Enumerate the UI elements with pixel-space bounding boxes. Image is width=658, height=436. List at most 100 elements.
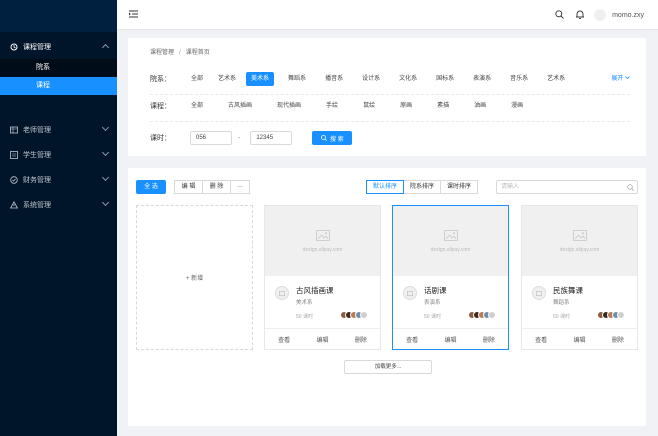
dept-tag[interactable]: 艺术系 [213, 72, 241, 86]
breadcrumb-separator: / [179, 50, 181, 56]
sidebar-group-teacher[interactable]: 老师管理 [0, 117, 117, 142]
avatar[interactable] [594, 9, 607, 21]
sidebar-item-courses[interactable]: 课程 [0, 77, 117, 95]
view-button[interactable]: 查看 [393, 335, 431, 344]
dept-tag[interactable]: 国标系 [431, 72, 459, 86]
course-list-panel: 全 选 编 辑 删 除 ··· 默认排序 院系排序 课时排序 请输入 + 新增 … [128, 168, 646, 426]
sidebar-item-departments[interactable]: 院系 [0, 59, 117, 77]
finance-icon [10, 175, 18, 184]
course-tag[interactable]: 素描 [432, 99, 454, 113]
load-more-button[interactable]: 加载更多... [344, 360, 432, 374]
course-hours: 50 课时 [296, 314, 313, 320]
add-course-card[interactable]: + 新增 [136, 205, 253, 350]
hours-filter-row: 课时： 056 - 12345 搜 索 [150, 130, 630, 146]
breadcrumb: 课程管理 / 课程首页 [150, 47, 210, 56]
dept-tag[interactable]: 艺术系 [542, 72, 570, 86]
sidebar-group-label: 财务管理 [23, 176, 51, 184]
sidebar-group-finance[interactable]: 财务管理 [0, 167, 117, 192]
dept-tag[interactable]: 设计系 [357, 72, 385, 86]
course-hours: 50 课时 [553, 314, 570, 320]
course-card[interactable]: design.alipay.com 话剧课 表演系 50 课时 查看 编辑 删除 [392, 205, 509, 350]
dept-tag[interactable]: 文化系 [394, 72, 422, 86]
view-button[interactable]: 查看 [265, 335, 303, 344]
select-all-button[interactable]: 全 选 [136, 180, 166, 194]
member-avatars [597, 311, 625, 319]
sidebar-group-label: 系统管理 [23, 201, 51, 209]
dept-tag[interactable]: 舞蹈系 [283, 72, 311, 86]
course-dept: 舞蹈系 [553, 300, 570, 306]
course-tag[interactable]: 现代插画 [272, 99, 306, 113]
user-name[interactable]: momo.zxy [612, 12, 644, 19]
dept-tag-selected[interactable]: 美术系 [246, 72, 275, 86]
search-button[interactable]: 搜 索 [312, 131, 353, 145]
menu-fold-icon[interactable] [129, 10, 138, 20]
teacher-icon [10, 126, 18, 134]
more-button[interactable]: ··· [230, 180, 250, 194]
sidebar-group-label: 老师管理 [23, 126, 51, 134]
chevron-down-icon [101, 148, 110, 157]
image-caption: design.alipay.com [302, 246, 343, 253]
sidebar: 课程管理 院系 课程 老师管理 学生管理 财务管理 系统管理 [0, 0, 117, 436]
course-tag[interactable]: 古风插画 [223, 99, 257, 113]
course-title: 古风插画课 [296, 286, 334, 295]
breadcrumb-root[interactable]: 课程管理 [150, 50, 174, 56]
course-tag[interactable]: 油画 [469, 99, 491, 113]
sidebar-group-course[interactable]: 课程管理 [0, 34, 117, 59]
edit-button[interactable]: 编 辑 [174, 180, 203, 194]
dept-filter-label: 院系： [150, 76, 171, 83]
bell-icon[interactable] [576, 10, 585, 21]
edit-button[interactable]: 编辑 [431, 335, 469, 344]
delete-button[interactable]: 删除 [342, 335, 380, 344]
divider [150, 94, 630, 95]
image-icon [572, 229, 587, 241]
course-tag[interactable]: 手绘 [321, 99, 343, 113]
search-input[interactable]: 请输入 [496, 180, 638, 194]
delete-button[interactable]: 删除 [470, 335, 508, 344]
image-icon [279, 290, 285, 296]
hours-min-input[interactable]: 056 [190, 131, 232, 145]
hours-max-input[interactable]: 12345 [250, 131, 293, 145]
chevron-down-icon [625, 76, 630, 80]
sidebar-group-student[interactable]: 学生管理 [0, 142, 117, 167]
sort-tab-default[interactable]: 默认排序 [366, 180, 405, 194]
course-card[interactable]: design.alipay.com 民族舞课 舞蹈系 50 课时 查看 编辑 删… [521, 205, 638, 350]
course-tag[interactable]: 原画 [395, 99, 417, 113]
dept-filter-row: 院系： 全部 艺术系 美术系 舞蹈系 播音系 设计系 文化系 国标系 表演系 音… [150, 71, 630, 87]
dept-tag[interactable]: 播音系 [320, 72, 348, 86]
sidebar-group-system[interactable]: 系统管理 [0, 192, 117, 217]
course-image-placeholder: design.alipay.com [393, 206, 508, 276]
sort-tab-dept[interactable]: 院系排序 [403, 180, 442, 194]
dept-tag[interactable]: 表演系 [468, 72, 496, 86]
sort-tab-hours[interactable]: 课时排序 [440, 180, 479, 194]
course-avatar [275, 286, 289, 300]
course-image-placeholder: design.alipay.com [522, 206, 637, 276]
course-tag[interactable]: 全部 [186, 99, 208, 113]
chevron-down-icon [101, 198, 110, 207]
course-card[interactable]: design.alipay.com 古风插画课 美术系 50 课时 查看 编辑 … [264, 205, 381, 350]
course-hours: 50 课时 [424, 314, 441, 320]
chevron-up-icon [101, 43, 110, 52]
top-header: momo.zxy [117, 0, 658, 30]
dept-tag[interactable]: 音乐系 [505, 72, 533, 86]
course-image-placeholder: design.alipay.com [265, 206, 380, 276]
dept-tag[interactable]: 全部 [186, 72, 208, 86]
sidebar-group-label: 学生管理 [23, 151, 51, 159]
image-caption: design.alipay.com [430, 246, 471, 253]
member-avatars [340, 311, 368, 319]
card-actions: 查看 编辑 删除 [265, 328, 380, 349]
delete-button[interactable]: 删除 [599, 335, 637, 344]
course-title: 民族舞课 [553, 286, 583, 295]
delete-button[interactable]: 删 除 [202, 180, 231, 194]
expand-link[interactable]: 展开 [611, 71, 630, 87]
course-tag[interactable]: 漫画 [506, 99, 528, 113]
edit-button[interactable]: 编辑 [303, 335, 341, 344]
add-card-label: + 新增 [185, 276, 204, 282]
sort-tabs: 默认排序 院系排序 课时排序 [366, 180, 479, 194]
edit-button[interactable]: 编辑 [560, 335, 598, 344]
course-tag[interactable]: 鼠绘 [358, 99, 380, 113]
chevron-down-icon [101, 173, 110, 182]
sidebar-group-label: 课程管理 [23, 43, 51, 51]
view-button[interactable]: 查看 [522, 335, 560, 344]
card-actions: 查看 编辑 删除 [522, 328, 637, 349]
search-icon[interactable] [555, 9, 564, 21]
